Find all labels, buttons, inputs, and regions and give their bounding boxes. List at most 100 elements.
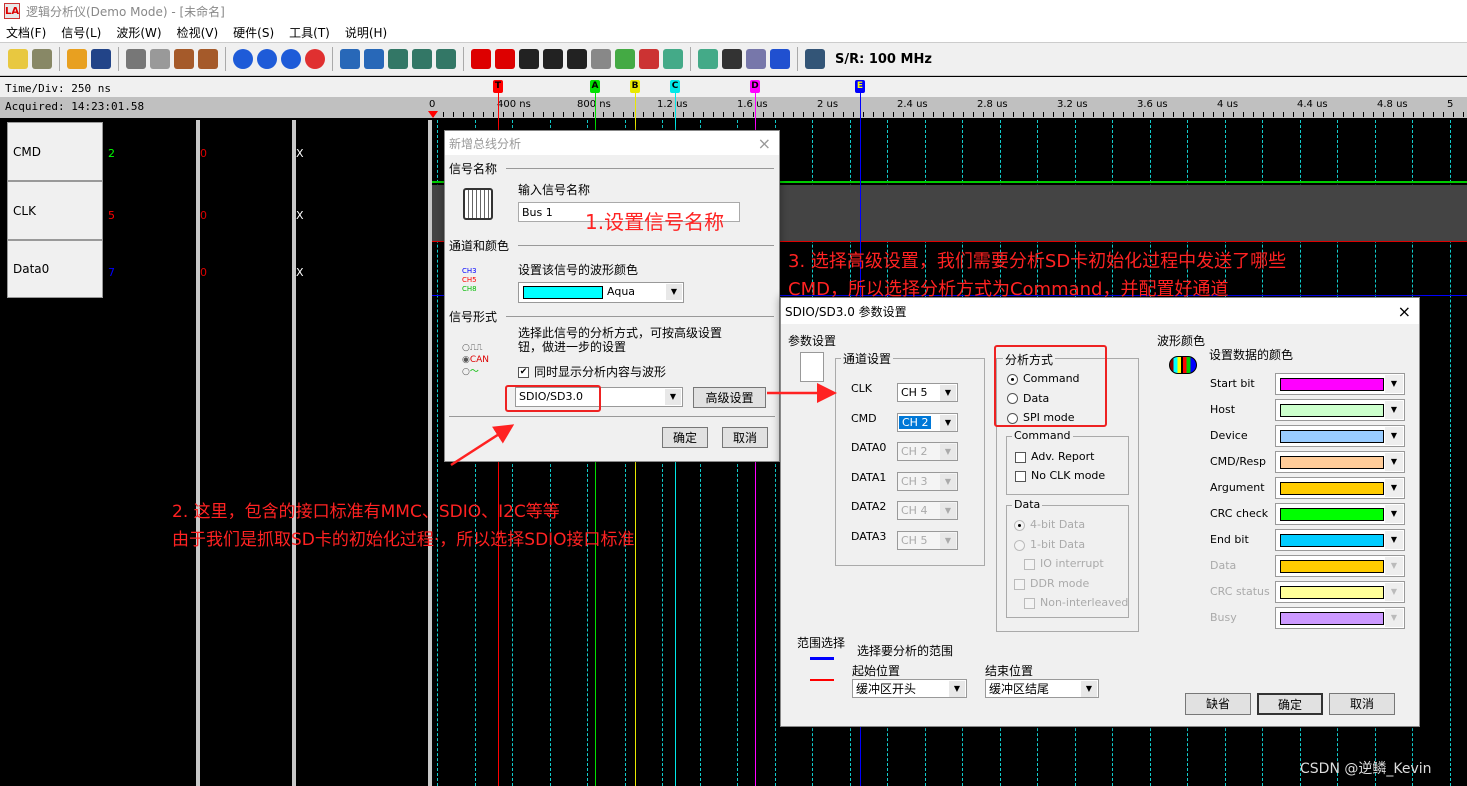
channel-label-cmd: CMD: [851, 411, 877, 425]
device-icon[interactable]: [805, 49, 825, 69]
trigger-icon[interactable]: [471, 49, 491, 69]
zoom-out-icon[interactable]: [412, 49, 432, 69]
menu-waveform[interactable]: 波形(W): [116, 24, 161, 41]
chevron-down-icon: ▼: [940, 385, 956, 401]
mode-radio-data[interactable]: Data: [1007, 392, 1049, 405]
find-icon[interactable]: [519, 49, 539, 69]
default-button[interactable]: 缺省: [1185, 693, 1251, 715]
color-select[interactable]: ▼: [1275, 399, 1405, 421]
ok-button[interactable]: 确定: [662, 427, 708, 448]
ok-button[interactable]: 确定: [1257, 693, 1323, 715]
channel-select-data0[interactable]: CH 2 ▼: [897, 442, 958, 461]
menu-file[interactable]: 文档(F): [6, 24, 46, 41]
menu-help[interactable]: 说明(H): [345, 24, 387, 41]
show-both-checkbox[interactable]: ✔ 同时显示分析内容与波形: [518, 363, 666, 380]
color-select[interactable]: ▼: [1275, 503, 1405, 525]
param-section-label: 参数设置: [788, 334, 837, 348]
channel-select-clk[interactable]: CH 5 ▼: [897, 383, 958, 402]
marker-t[interactable]: T: [493, 80, 503, 93]
channel-select-data3[interactable]: CH 5 ▼: [897, 530, 958, 550]
channel-label-data2: DATA2: [851, 500, 887, 513]
menu-tools[interactable]: 工具(T): [289, 24, 330, 41]
color-label: Data: [1210, 559, 1237, 572]
wand-icon[interactable]: [32, 49, 52, 69]
watermark: CSDN @逆鳞_Kevin: [1300, 761, 1432, 777]
signal-name-cmd[interactable]: CMD: [7, 122, 103, 181]
advanced-settings-button[interactable]: 高级设置: [693, 387, 766, 408]
ruler-tick-label: 2.4 us: [897, 99, 928, 110]
ruler-ticks: [433, 112, 1467, 117]
mode-radio-spi-mode[interactable]: SPI mode: [1007, 411, 1075, 424]
bus-icon[interactable]: [615, 49, 635, 69]
settings-icon[interactable]: [746, 49, 766, 69]
menu-signal[interactable]: 信号(L): [61, 24, 101, 41]
marker-c[interactable]: C: [670, 80, 680, 93]
timer-icon[interactable]: [639, 49, 659, 69]
signal-name-clk[interactable]: CLK: [7, 181, 103, 240]
briefcase-star-icon[interactable]: [198, 49, 218, 69]
color-select[interactable]: ▼: [1275, 477, 1405, 499]
end-position-select[interactable]: 缓冲区结尾 ▼: [985, 679, 1099, 698]
window-icon[interactable]: [698, 49, 718, 69]
info-icon[interactable]: [770, 49, 790, 69]
close-icon[interactable]: ×: [1398, 302, 1411, 321]
color-select[interactable]: Aqua ▼: [518, 282, 684, 303]
close-icon[interactable]: ×: [758, 134, 771, 153]
color-select[interactable]: ▼: [1275, 425, 1405, 447]
command-option-checkbox[interactable]: Adv. Report: [1015, 450, 1094, 463]
marker-a[interactable]: A: [590, 80, 600, 93]
color-select[interactable]: ▼: [1275, 451, 1405, 473]
marker-e[interactable]: E: [855, 80, 865, 93]
run-icon[interactable]: [233, 49, 253, 69]
name-label: 输入信号名称: [518, 183, 591, 197]
clock-icon[interactable]: [663, 49, 683, 69]
color-label: Start bit: [1210, 377, 1255, 390]
print-icon[interactable]: [126, 49, 146, 69]
voltage-icon[interactable]: [495, 49, 515, 69]
find-prev-icon[interactable]: [543, 49, 563, 69]
mode-radio-command[interactable]: Command: [1007, 372, 1080, 385]
menu-view[interactable]: 检视(V): [177, 24, 219, 41]
channel-select-cmd[interactable]: CH 2 ▼: [897, 412, 958, 432]
briefcase-icon[interactable]: [174, 49, 194, 69]
window-title: 逻辑分析仪(Demo Mode) - [未命名]: [26, 4, 225, 19]
section-signal-name: 信号名称: [449, 162, 498, 176]
marker-b[interactable]: B: [630, 80, 640, 93]
signal-form-icon: ○⎍⎍ ◉CAN ○〜: [462, 343, 490, 377]
cancel-button[interactable]: 取消: [1329, 693, 1395, 715]
run-trigger-icon[interactable]: [281, 49, 301, 69]
marker-d[interactable]: D: [750, 80, 760, 93]
save-icon[interactable]: [91, 49, 111, 69]
list-icon[interactable]: [722, 49, 742, 69]
table-icon[interactable]: [591, 49, 611, 69]
signal-name-data0[interactable]: Data0: [7, 240, 103, 298]
column-splitter[interactable]: [428, 120, 432, 786]
range-section-label: 范围选择: [797, 636, 846, 650]
chevron-down-icon: ▼: [940, 532, 956, 549]
remove-tag-icon[interactable]: [364, 49, 384, 69]
add-tag-icon[interactable]: [340, 49, 360, 69]
start-position-select[interactable]: 缓冲区开头 ▼: [852, 679, 967, 698]
cancel-button[interactable]: 取消: [722, 427, 768, 448]
color-swatch: [1280, 560, 1384, 573]
command-option-checkbox[interactable]: No CLK mode: [1015, 469, 1105, 482]
bulb-icon[interactable]: [8, 49, 28, 69]
chevron-down-icon: ▼: [1385, 453, 1403, 471]
color-label: Device: [1210, 429, 1248, 442]
stop-icon[interactable]: [305, 49, 325, 69]
color-select[interactable]: ▼: [1275, 529, 1405, 551]
menu-hardware[interactable]: 硬件(S): [233, 24, 274, 41]
zoom-fit-icon[interactable]: [436, 49, 456, 69]
find-next-icon[interactable]: [567, 49, 587, 69]
signal-value: 0: [200, 266, 207, 279]
channel-select-data2[interactable]: CH 4 ▼: [897, 501, 958, 520]
channel-number: 5: [108, 209, 115, 222]
copy-icon[interactable]: [150, 49, 170, 69]
color-swatch: [1280, 586, 1384, 599]
color-label: End bit: [1210, 533, 1249, 546]
color-select[interactable]: ▼: [1275, 373, 1405, 395]
run-fast-icon[interactable]: [257, 49, 277, 69]
channel-select-data1[interactable]: CH 3 ▼: [897, 471, 958, 491]
open-folder-icon[interactable]: [67, 49, 87, 69]
zoom-in-icon[interactable]: [388, 49, 408, 69]
